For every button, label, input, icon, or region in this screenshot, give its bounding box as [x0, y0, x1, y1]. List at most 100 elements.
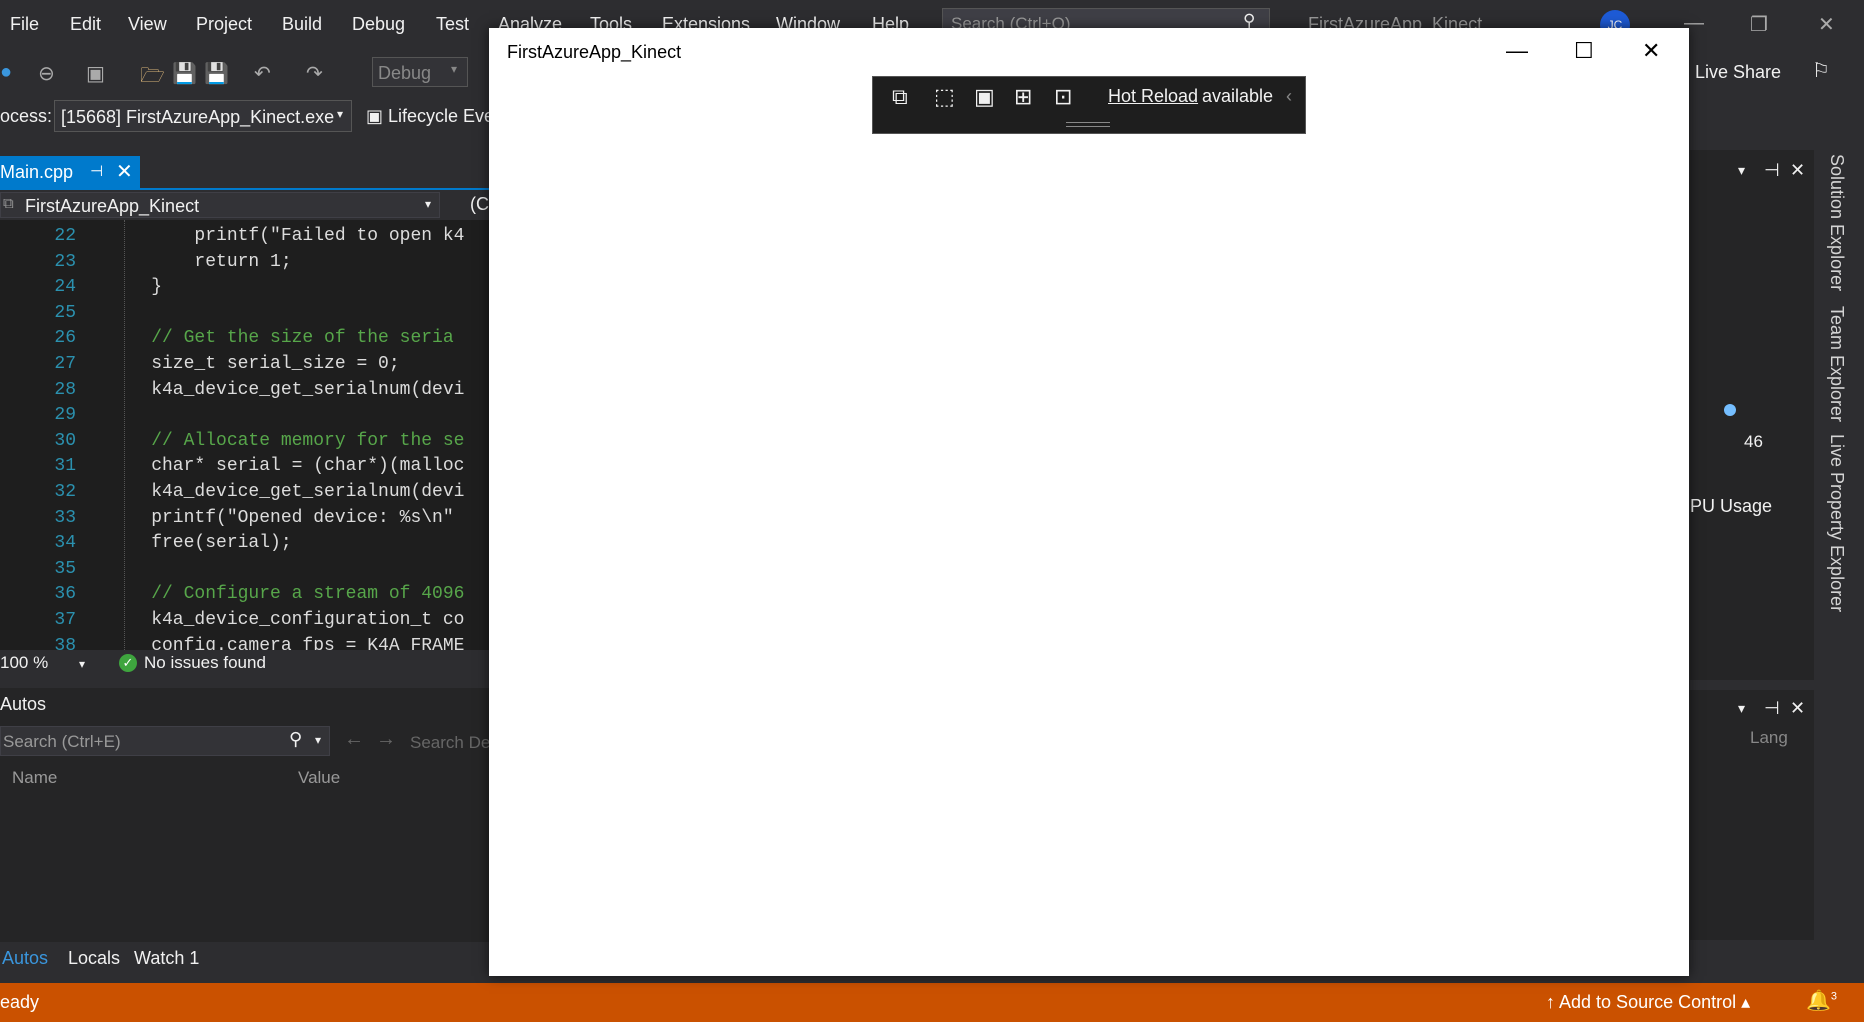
process-value: [15668] FirstAzureApp_Kinect.exe [61, 107, 335, 127]
app-maximize-icon[interactable]: ☐ [1574, 38, 1594, 64]
pin-icon[interactable]: ⊣ [1764, 160, 1780, 181]
chevron-down-icon[interactable]: ▾ [315, 733, 321, 747]
code-line[interactable]: // Get the size of the seria [108, 328, 453, 348]
scope-nav-select[interactable]: (C [470, 194, 489, 215]
save-all-icon[interactable]: 💾 [204, 61, 229, 86]
pin-icon[interactable]: ⊣ [1764, 698, 1780, 719]
cpu-usage-tab[interactable]: PU Usage [1690, 496, 1772, 517]
autos-search-input[interactable]: Search (Ctrl+E) ⚲ ▾ [0, 726, 330, 756]
close-icon[interactable]: ✕ [1790, 160, 1805, 181]
side-tab-team-explorer[interactable]: Team Explorer [1826, 306, 1847, 422]
menu-project[interactable]: Project [196, 14, 252, 35]
line-number: 35 [54, 558, 76, 579]
autos-search-placeholder: Search (Ctrl+E) [3, 732, 121, 751]
chevron-down-icon: ▾ [425, 197, 432, 211]
search-depth-label: Search De [410, 733, 491, 752]
close-icon[interactable]: ✕ [1818, 12, 1835, 37]
column-header-name[interactable]: Name [12, 768, 57, 788]
chevron-down-icon: ▾ [337, 107, 344, 121]
config-select[interactable]: Debug ▾ [372, 57, 468, 87]
track-focus-icon[interactable]: ⊞ [1014, 84, 1032, 110]
menu-debug[interactable]: Debug [352, 14, 405, 35]
autos-title: Autos [0, 694, 47, 714]
save-icon[interactable]: 💾 [172, 61, 197, 86]
menu-test[interactable]: Test [436, 14, 469, 35]
code-line[interactable]: printf("Opened device: %s\n" [108, 508, 453, 528]
binding-failures-icon[interactable]: ⊡ [1054, 84, 1072, 110]
forward-arrow-icon[interactable]: → [376, 728, 396, 751]
lifecycle-events-button[interactable]: ▣ Lifecycle Eve [366, 106, 494, 127]
hot-reload-status: available [1202, 86, 1274, 106]
collapse-icon[interactable]: ‹ [1286, 86, 1292, 107]
project-nav-select[interactable]: ⧉ FirstAzureApp_Kinect ▾ [0, 192, 440, 218]
code-line[interactable]: printf("Failed to open k4 [108, 226, 464, 246]
menu-build[interactable]: Build [282, 14, 322, 35]
code-line[interactable]: // Allocate memory for the se [108, 431, 464, 451]
code-line[interactable]: return 1; [108, 252, 291, 272]
select-element-icon[interactable]: ⬚ [934, 84, 955, 110]
menu-edit[interactable]: Edit [70, 14, 101, 35]
live-visual-tree-icon[interactable]: ⧉ [892, 84, 908, 110]
line-number: 22 [54, 226, 76, 246]
diagnostics-panel [1690, 150, 1814, 680]
line-number: 32 [54, 482, 76, 502]
search-icon[interactable]: ⚲ [289, 729, 302, 750]
redo-icon[interactable]: ↷ [306, 61, 323, 86]
column-header-value[interactable]: Value [298, 768, 340, 788]
feedback-icon[interactable]: ⚐ [1812, 58, 1830, 83]
code-line[interactable]: k4a_device_configuration_t co [108, 610, 464, 630]
line-number: 23 [54, 251, 76, 272]
code-line[interactable]: size_t serial_size = 0; [108, 354, 399, 374]
restore-icon[interactable]: ❐ [1750, 12, 1768, 37]
process-select[interactable]: [15668] FirstAzureApp_Kinect.exe ▾ [54, 100, 352, 132]
check-icon: ✓ [119, 654, 137, 672]
tab-watch-1[interactable]: Watch 1 [134, 948, 199, 969]
open-folder-icon[interactable]: 🗁 [140, 61, 165, 95]
app-window[interactable] [489, 28, 1689, 976]
menu-view[interactable]: View [128, 14, 167, 35]
notifications-icon[interactable]: 🔔3 [1806, 988, 1837, 1013]
zoom-select[interactable]: 100 % ▾ [0, 653, 85, 673]
back-arrow-icon[interactable]: ← [344, 728, 364, 751]
source-control-label: Add to Source Control [1559, 992, 1737, 1012]
line-number: 37 [54, 610, 76, 630]
menu-file[interactable]: File [10, 14, 39, 35]
app-minimize-icon[interactable]: — [1506, 38, 1528, 64]
close-tab-icon[interactable]: ✕ [116, 159, 133, 184]
marker-dot [1724, 404, 1736, 416]
side-tab-solution-explorer[interactable]: Solution Explorer [1826, 154, 1847, 291]
live-share-button[interactable]: Live Share [1695, 62, 1781, 83]
line-number: 31 [54, 456, 76, 477]
line-number: 28 [54, 379, 76, 400]
new-project-icon[interactable]: ▣ [86, 61, 105, 86]
code-line[interactable]: free(serial); [108, 533, 291, 553]
code-editor[interactable]: 22 printf("Failed to open k4 23 return 1;… [0, 220, 490, 656]
line-number: 36 [54, 584, 76, 605]
app-close-icon[interactable]: ✕ [1642, 38, 1660, 64]
tab-locals[interactable]: Locals [68, 948, 120, 969]
hot-reload-link[interactable]: Hot Reload [1108, 86, 1198, 107]
chevron-down-icon[interactable]: ▾ [1738, 700, 1745, 717]
code-line[interactable]: // Configure a stream of 4096 [108, 584, 464, 604]
forward-icon[interactable]: ⊖ [38, 61, 55, 86]
line-number: 26 [54, 328, 76, 349]
code-line[interactable]: } [108, 277, 162, 297]
app-window-title: FirstAzureApp_Kinect [507, 42, 682, 62]
tab-main-cpp[interactable]: Main.cpp ⊣ ✕ [0, 156, 140, 188]
code-line[interactable]: k4a_device_get_serialnum(devi [108, 380, 464, 400]
back-icon[interactable]: ● [0, 61, 12, 84]
drag-handle[interactable] [1066, 122, 1110, 127]
side-tab-live-property-explorer[interactable]: Live Property Explorer [1826, 434, 1847, 612]
add-to-source-control-button[interactable]: ↑ Add to Source Control ▴ [1546, 992, 1750, 1013]
process-label: ocess: [0, 106, 53, 126]
code-line[interactable]: char* serial = (char*)(malloc [108, 456, 464, 476]
chevron-down-icon[interactable]: ▾ [1738, 162, 1745, 179]
chevron-down-icon: ▾ [451, 62, 458, 76]
pin-icon[interactable]: ⊣ [90, 162, 103, 180]
close-icon[interactable]: ✕ [1790, 698, 1805, 719]
undo-icon[interactable]: ↶ [254, 61, 271, 86]
tab-autos[interactable]: Autos [2, 948, 48, 969]
display-layout-adorners-icon[interactable]: ▣ [974, 84, 995, 110]
issues-status[interactable]: No issues found [144, 653, 266, 673]
code-line[interactable]: k4a_device_get_serialnum(devi [108, 482, 464, 502]
